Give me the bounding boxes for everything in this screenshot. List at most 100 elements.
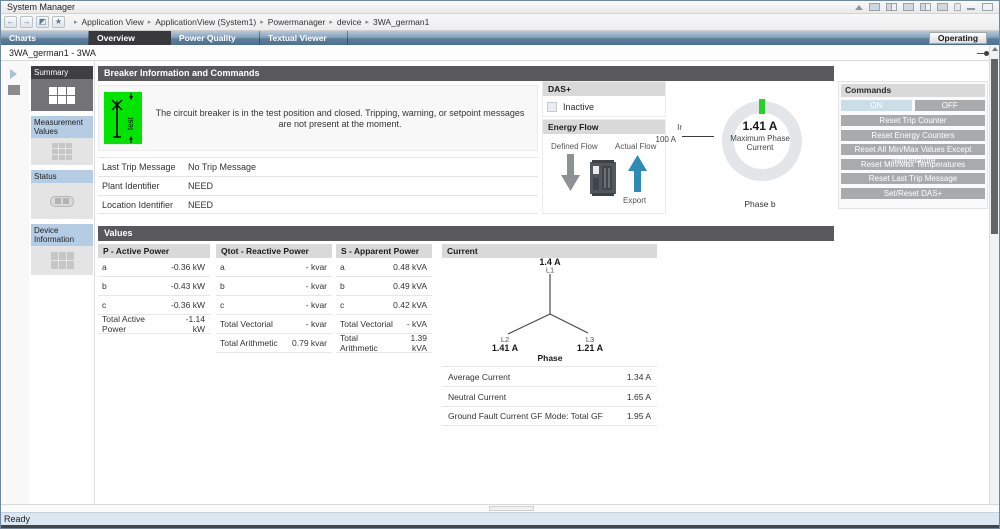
row-label: c (220, 300, 224, 310)
layout-split-left-icon[interactable] (886, 3, 897, 11)
actual-flow-up-arrow-icon (628, 154, 648, 194)
measurement-grid-icon (52, 143, 72, 160)
reset-last-trip-message-button[interactable]: Reset Last Trip Message (841, 173, 985, 184)
vertical-scrollbar[interactable] (989, 45, 999, 514)
breaker-message-panel: test The circuit breaker is in the test … (98, 85, 538, 151)
table-row: Total Vectorial- kvar (216, 315, 332, 334)
table-row: c - kvar (216, 296, 332, 315)
table-row: Total Arithmetic0.79 kvar (216, 334, 332, 353)
gauge-tick-green (759, 99, 765, 114)
lock-icon[interactable] (954, 3, 961, 11)
row-value: 0.49 kVA (393, 281, 427, 291)
table-row: b-0.43 kW (98, 277, 210, 296)
sidebar-item-device-information[interactable]: Device Information (31, 224, 93, 275)
sidebar-item-label: Summary (31, 66, 93, 79)
commands-title: Commands (841, 84, 985, 97)
horizontal-scrollbar[interactable] (1, 504, 999, 512)
breadcrumb-item[interactable]: ApplicationView (System1) (155, 17, 256, 27)
sidebar-item-summary[interactable]: Summary (31, 66, 93, 111)
table-row: Last Trip Message No Trip Message (98, 157, 538, 176)
table-row: Neutral Current1.65 A (442, 386, 657, 406)
minimize-icon[interactable] (967, 3, 976, 11)
layout-split-right-icon[interactable] (920, 3, 931, 11)
table-row: a0.48 kVA (336, 258, 432, 277)
tab-overview[interactable]: Overview (89, 31, 171, 45)
breadcrumb-arrow-icon: ▸ (148, 18, 152, 26)
main-content: Breaker Information and Commands test Th… (94, 61, 991, 506)
row-label: c (340, 300, 344, 310)
table-row: a-0.36 kW (98, 258, 210, 277)
row-value: 0.42 kVA (393, 300, 427, 310)
layout-wide-icon[interactable] (937, 3, 948, 11)
row-value: NEED (188, 181, 213, 191)
sidebar-item-measurement-values[interactable]: Measurement Values (31, 116, 93, 165)
scroll-up-icon[interactable] (992, 47, 998, 51)
sidebar-item-label: Status (31, 170, 93, 183)
table-row: Total Arithmetic1.39 kVA (336, 334, 432, 353)
breadcrumb-item[interactable]: Powermanager (268, 17, 326, 27)
energy-flow-title: Energy Flow (543, 120, 665, 134)
gauge-ref-value: 100 A (646, 135, 676, 144)
row-label: Average Current (448, 372, 510, 382)
max-phase-current-gauge: Ir 100 A 1.41 A Maximum Phase Current Ph… (670, 79, 840, 224)
row-label: Plant Identifier (98, 181, 188, 191)
breadcrumb-item[interactable]: Application View (82, 17, 144, 27)
layout-single-icon[interactable] (903, 3, 914, 11)
row-label: Total Arithmetic (220, 338, 278, 348)
gauge-phase-label: Phase b (700, 199, 820, 209)
das-state-label: Inactive (563, 102, 594, 112)
reset-energy-counters-button[interactable]: Reset Energy Counters (841, 130, 985, 141)
row-label: b (102, 281, 107, 291)
table-row: Average Current1.34 A (442, 366, 657, 386)
tab-power-quality[interactable]: Power Quality (171, 31, 260, 45)
table-row: Total Vectorial- kVA (336, 315, 432, 334)
energy-flow-panel: Energy Flow Defined Flow Actual Flow (542, 119, 666, 214)
forward-icon[interactable]: → (20, 16, 33, 28)
window-bottom-edge (1, 525, 999, 528)
row-label: Ground Fault Current GF Mode: Total GF (448, 411, 603, 421)
breaker-test-position-icon: test (104, 92, 142, 146)
set-reset-das-button[interactable]: Set/Reset DAS+ (841, 188, 985, 199)
current-panel: Current 1.4 A L1 L2 1.41 A L3 1.21 A Pha… (442, 244, 657, 426)
breadcrumb-arrow-icon: ▸ (365, 18, 369, 26)
sidebar: Summary Measurement Values Status Device… (31, 66, 93, 280)
pin-icon[interactable] (977, 50, 989, 56)
sidebar-item-status[interactable]: Status (31, 170, 93, 219)
row-label: a (340, 262, 345, 272)
maximize-icon[interactable] (982, 3, 993, 11)
off-button[interactable]: OFF (915, 100, 986, 111)
scrollbar-thumb[interactable] (991, 59, 998, 234)
breadcrumb-item[interactable]: device (337, 17, 362, 27)
scrollbar-thumb[interactable] (489, 506, 534, 511)
favorites-star-icon[interactable]: ★ (52, 16, 65, 28)
reset-minmax-temperatures-button[interactable]: Reset Min/Max Temperatures (841, 159, 985, 170)
on-button[interactable]: ON (841, 100, 912, 111)
row-value: - kvar (306, 300, 327, 310)
expand-arrow-icon[interactable] (10, 69, 17, 79)
reset-minmax-except-temp-button[interactable]: Reset All Min/Max Values Except Temperat… (841, 144, 985, 155)
sidebar-item-label: Device Information (31, 224, 93, 246)
row-value: - kvar (306, 319, 327, 329)
breadcrumb-item[interactable]: 3WA_german1 (373, 17, 429, 27)
back-icon[interactable]: ← (4, 16, 17, 28)
tab-bar: Charts Overview Power Quality Textual Vi… (1, 31, 999, 45)
row-value: 1.39 kVA (395, 333, 427, 353)
row-value: -1.14 kW (171, 314, 205, 334)
table-row: Location Identifier NEED (98, 195, 538, 214)
tab-operating[interactable]: Operating (929, 32, 987, 44)
collapse-square-icon[interactable] (8, 85, 20, 95)
das-panel: DAS+ Inactive (542, 81, 666, 117)
layout-grid-icon[interactable] (869, 3, 880, 11)
das-inactive-checkbox[interactable] (547, 102, 557, 112)
status-text: Ready (4, 514, 30, 524)
left-rail (1, 61, 29, 506)
reset-trip-counter-button[interactable]: Reset Trip Counter (841, 115, 985, 126)
row-value: - kvar (306, 262, 327, 272)
status-bar: Ready (1, 512, 999, 525)
tab-charts[interactable]: Charts (1, 31, 89, 45)
table-row: Total Active Power-1.14 kW (98, 315, 210, 334)
recent-view-icon[interactable]: ◩ (36, 16, 49, 28)
tab-textual-viewer[interactable]: Textual Viewer (260, 31, 348, 45)
device-title-row: 3WA_german1 - 3WA (1, 45, 999, 61)
auto-hide-pin-icon[interactable] (854, 3, 863, 11)
